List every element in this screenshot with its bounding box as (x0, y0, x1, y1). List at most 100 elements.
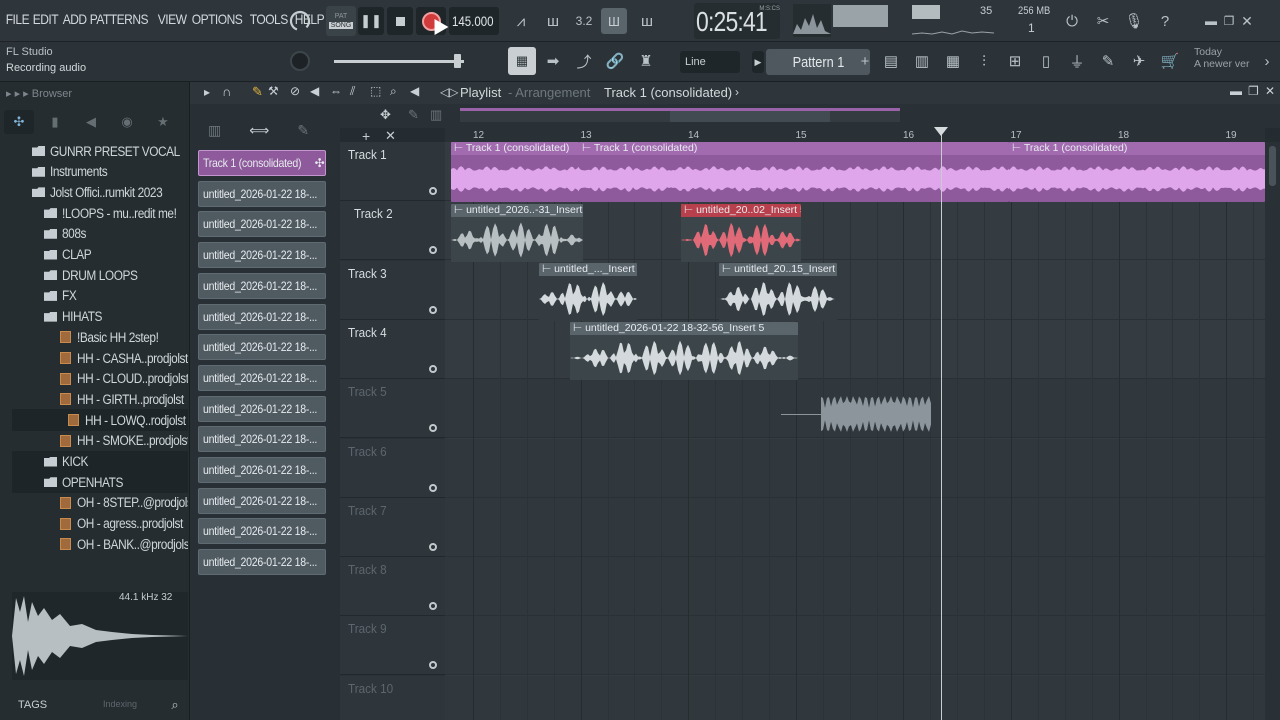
audio-clip[interactable]: ⊢ untitled_2026..-31_Insert 5 (451, 204, 583, 262)
track-mute-icon[interactable] (429, 661, 437, 670)
step-button[interactable]: ➡ (540, 48, 566, 74)
mic-button[interactable]: 🎙 (1121, 8, 1147, 34)
track-mute-icon[interactable] (429, 364, 437, 373)
loop-record-button[interactable]: ш (634, 8, 660, 34)
track-lane[interactable] (445, 497, 1265, 557)
time-display[interactable]: 0:25:41 M:S:CS (694, 3, 780, 39)
channel-item[interactable]: untitled_2026-01-22 18-... (198, 272, 326, 299)
clip-header[interactable]: ⊢ Track 1 (consolidated) (579, 142, 1009, 155)
play-mini-icon[interactable]: ▸ (204, 85, 210, 99)
playlist-view-button[interactable]: ▤ (878, 48, 904, 74)
clip-header[interactable]: ⊢ untitled_20..02_Insert 5 (681, 204, 801, 217)
audio-clip[interactable]: ⊢ untitled_..._Insert 5 (539, 263, 637, 321)
slice-icon[interactable]: ⫽ (350, 84, 355, 99)
browser-tab-favorites[interactable]: ★ (148, 110, 178, 134)
slip-icon[interactable]: ⇔ (330, 84, 342, 98)
draw-tool-icon[interactable]: ✎ (408, 107, 419, 123)
browser-item[interactable]: GUNRR PRESET VOCAL (12, 140, 188, 162)
browser-item[interactable]: KICK (12, 450, 188, 473)
playback-icon[interactable]: ◀ (410, 84, 419, 98)
scrollbar-thumb[interactable] (1269, 146, 1276, 186)
zoom-icon[interactable]: ⌕ (390, 84, 397, 99)
track-mute-icon[interactable] (429, 424, 437, 433)
tool-button-1[interactable]: ✂ (1090, 8, 1116, 34)
song-position-slider[interactable] (334, 60, 464, 63)
browser-item[interactable]: Instruments (12, 161, 188, 183)
menu-tools[interactable]: TOOLS (248, 11, 289, 27)
browser-tab-audio[interactable]: ◀ (76, 110, 106, 134)
track-lane[interactable] (445, 616, 1265, 676)
playlist-minimize-icon[interactable]: ▬ (1230, 84, 1242, 98)
playhead[interactable] (941, 128, 942, 720)
playlist-maximize-icon[interactable]: ❐ (1248, 84, 1259, 98)
paint-icon[interactable]: ⚒ (268, 84, 279, 98)
browser-item[interactable]: FX (12, 285, 188, 307)
browser-item[interactable]: CLAP (12, 244, 188, 266)
track-mute-icon[interactable] (429, 483, 437, 492)
stop-button[interactable] (387, 7, 413, 35)
timeline-ruler[interactable]: 12 13 14 15 16 17 18 19 (445, 128, 1265, 142)
select-icon[interactable]: ⬚ (370, 84, 381, 98)
track-header[interactable]: Track 1 (340, 142, 445, 201)
track-mute-icon[interactable] (429, 542, 437, 551)
browser-item[interactable]: OH - agress..prodjolst (12, 513, 188, 535)
shop-button[interactable]: 🛒 (1157, 48, 1183, 74)
browser-item[interactable]: HH - CLOUD..prodjolst (12, 368, 188, 390)
pattern-prev-button[interactable]: ▶ (752, 51, 764, 73)
overview-bar[interactable] (460, 108, 900, 122)
countdown-button[interactable]: 3.2 (571, 8, 597, 34)
news-panel[interactable]: Today A newer versi... (1194, 46, 1250, 70)
channel-item[interactable]: untitled_2026-01-22 18-... (198, 518, 326, 545)
wait-input-button[interactable]: ш (540, 8, 566, 34)
browser-tab-all[interactable]: ✣ (4, 110, 34, 134)
track-mute-icon[interactable] (429, 187, 437, 195)
browser-item[interactable]: DRUM LOOPS (12, 264, 188, 286)
track-mute-icon[interactable] (429, 602, 437, 611)
clip-menu-icon[interactable]: ⊢ (454, 204, 466, 216)
audio-clip[interactable]: ⊢ Track 1 (consolidated) (579, 142, 1009, 202)
tempo-display[interactable]: 145.000 (449, 7, 499, 35)
track-header[interactable]: Track 9 (340, 616, 445, 676)
channel-item[interactable]: untitled_2026-01-22 18-... (198, 457, 326, 483)
audio-clip[interactable]: ⊢ untitled_20..15_Insert 5 (719, 263, 837, 321)
track-header[interactable]: Track 4 (340, 319, 445, 379)
track-lane[interactable] (445, 320, 1265, 379)
track-lane[interactable] (445, 557, 1265, 617)
browser-item[interactable]: OH - 8STEP..@prodjolst (12, 492, 188, 514)
clip-menu-icon[interactable]: ⊢ (573, 322, 585, 334)
menu-edit[interactable]: EDIT (31, 11, 60, 27)
playhead-marker-icon[interactable] (934, 127, 948, 136)
clip-menu-icon[interactable]: ⊢ (1012, 142, 1024, 154)
track-lane[interactable] (445, 438, 1265, 498)
clip-header[interactable]: ⊢ Track 1 (consolidated) (451, 142, 579, 155)
channel-item[interactable]: untitled_2026-01-22 18-... (198, 395, 326, 422)
magnet-icon[interactable]: ∩ (222, 84, 231, 99)
browser-item[interactable]: HH - CASHA..prodjolst (12, 347, 188, 369)
clip-menu-icon[interactable]: ⊢ (722, 263, 734, 275)
channel-item[interactable]: untitled_2026-01-22 18-... (198, 334, 326, 361)
browser-item[interactable]: OH - BANK..@prodjolst (12, 533, 188, 555)
project-tree-button[interactable]: ⊞ (1002, 48, 1028, 74)
stamp-button[interactable]: ♜ (633, 48, 659, 74)
audio-clip[interactable]: ⊢ untitled_20..02_Insert 5 (681, 204, 801, 262)
mixer-button[interactable]: ⫶ (971, 48, 997, 74)
browser-item[interactable]: OPENHATS (12, 471, 188, 494)
power-button[interactable]: ⏻ (1059, 8, 1085, 34)
track-mute-icon[interactable] (429, 246, 437, 255)
browser-item[interactable]: HH - GIRTH..prodjolst (12, 388, 188, 410)
audio-clip[interactable]: ⊢ Track 1 (consolidated) (1009, 142, 1265, 202)
pat-song-toggle[interactable]: PAT SONG (326, 6, 356, 36)
mute-icon[interactable]: ◀ (310, 84, 319, 98)
grid-tool-icon[interactable]: ▥ (430, 107, 442, 123)
track-header[interactable]: Track 5 (340, 379, 445, 439)
move-tool-icon[interactable]: ✥ (380, 107, 391, 123)
link-button[interactable]: 🔗 (602, 48, 628, 74)
pencil-icon[interactable]: ✎ (252, 84, 263, 100)
browser-button[interactable]: ▯ (1033, 48, 1059, 74)
channel-item[interactable]: untitled_2026-01-22 18-... (198, 303, 326, 330)
playlist-grid[interactable]: ⊢ Track 1 (consolidated) ⊢ Track 1 (conso… (445, 142, 1265, 720)
clip-menu-icon[interactable]: ⊢ (542, 263, 554, 275)
channel-item[interactable]: untitled_2026-01-22 18-... (198, 487, 326, 514)
browser-item[interactable]: Jolst Offici..rumkit 2023 (12, 181, 188, 203)
track-header[interactable]: Track 3 (340, 260, 445, 320)
